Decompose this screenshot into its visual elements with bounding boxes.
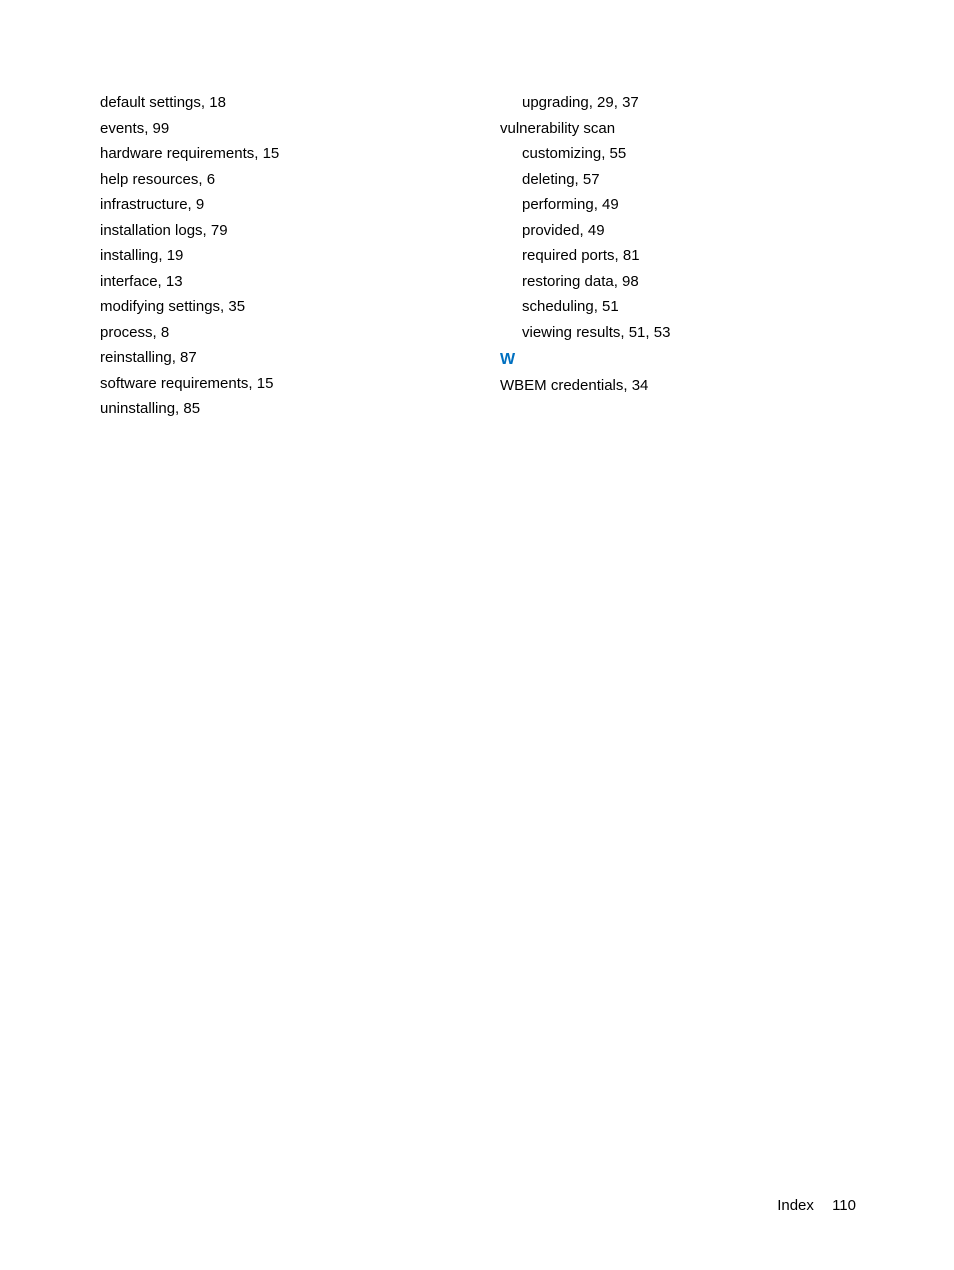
index-entry: reinstalling, 87 bbox=[100, 345, 400, 371]
index-entry: installation logs, 79 bbox=[100, 218, 400, 244]
index-section-heading-w: W bbox=[500, 351, 800, 369]
index-topic: vulnerability scan bbox=[500, 116, 800, 142]
index-entry: installing, 19 bbox=[100, 243, 400, 269]
index-entry: process, 8 bbox=[100, 320, 400, 346]
index-sub-entry: customizing, 55 bbox=[500, 141, 800, 167]
index-entry: help resources, 6 bbox=[100, 167, 400, 193]
index-entry: software requirements, 15 bbox=[100, 371, 400, 397]
footer-page-number: 110 bbox=[832, 1197, 856, 1214]
index-entry: modifying settings, 35 bbox=[100, 294, 400, 320]
index-entry: uninstalling, 85 bbox=[100, 396, 400, 422]
index-entry: infrastructure, 9 bbox=[100, 192, 400, 218]
index-entry: hardware requirements, 15 bbox=[100, 141, 400, 167]
index-page-content: default settings, 18 events, 99 hardware… bbox=[0, 0, 954, 422]
index-entry: WBEM credentials, 34 bbox=[500, 373, 800, 399]
index-sub-entry: viewing results, 51, 53 bbox=[500, 320, 800, 346]
footer-section-label: Index bbox=[777, 1197, 814, 1214]
index-sub-entry: upgrading, 29, 37 bbox=[500, 90, 800, 116]
page-footer: Index 110 bbox=[777, 1197, 856, 1214]
index-sub-entry: performing, 49 bbox=[500, 192, 800, 218]
index-sub-entry: required ports, 81 bbox=[500, 243, 800, 269]
index-column-right: upgrading, 29, 37 vulnerability scan cus… bbox=[400, 90, 800, 422]
index-column-left: default settings, 18 events, 99 hardware… bbox=[0, 90, 400, 422]
index-sub-entry: deleting, 57 bbox=[500, 167, 800, 193]
index-sub-entry: provided, 49 bbox=[500, 218, 800, 244]
index-sub-entry: scheduling, 51 bbox=[500, 294, 800, 320]
index-entry: events, 99 bbox=[100, 116, 400, 142]
index-entry: interface, 13 bbox=[100, 269, 400, 295]
index-entry: default settings, 18 bbox=[100, 90, 400, 116]
index-sub-entry: restoring data, 98 bbox=[500, 269, 800, 295]
